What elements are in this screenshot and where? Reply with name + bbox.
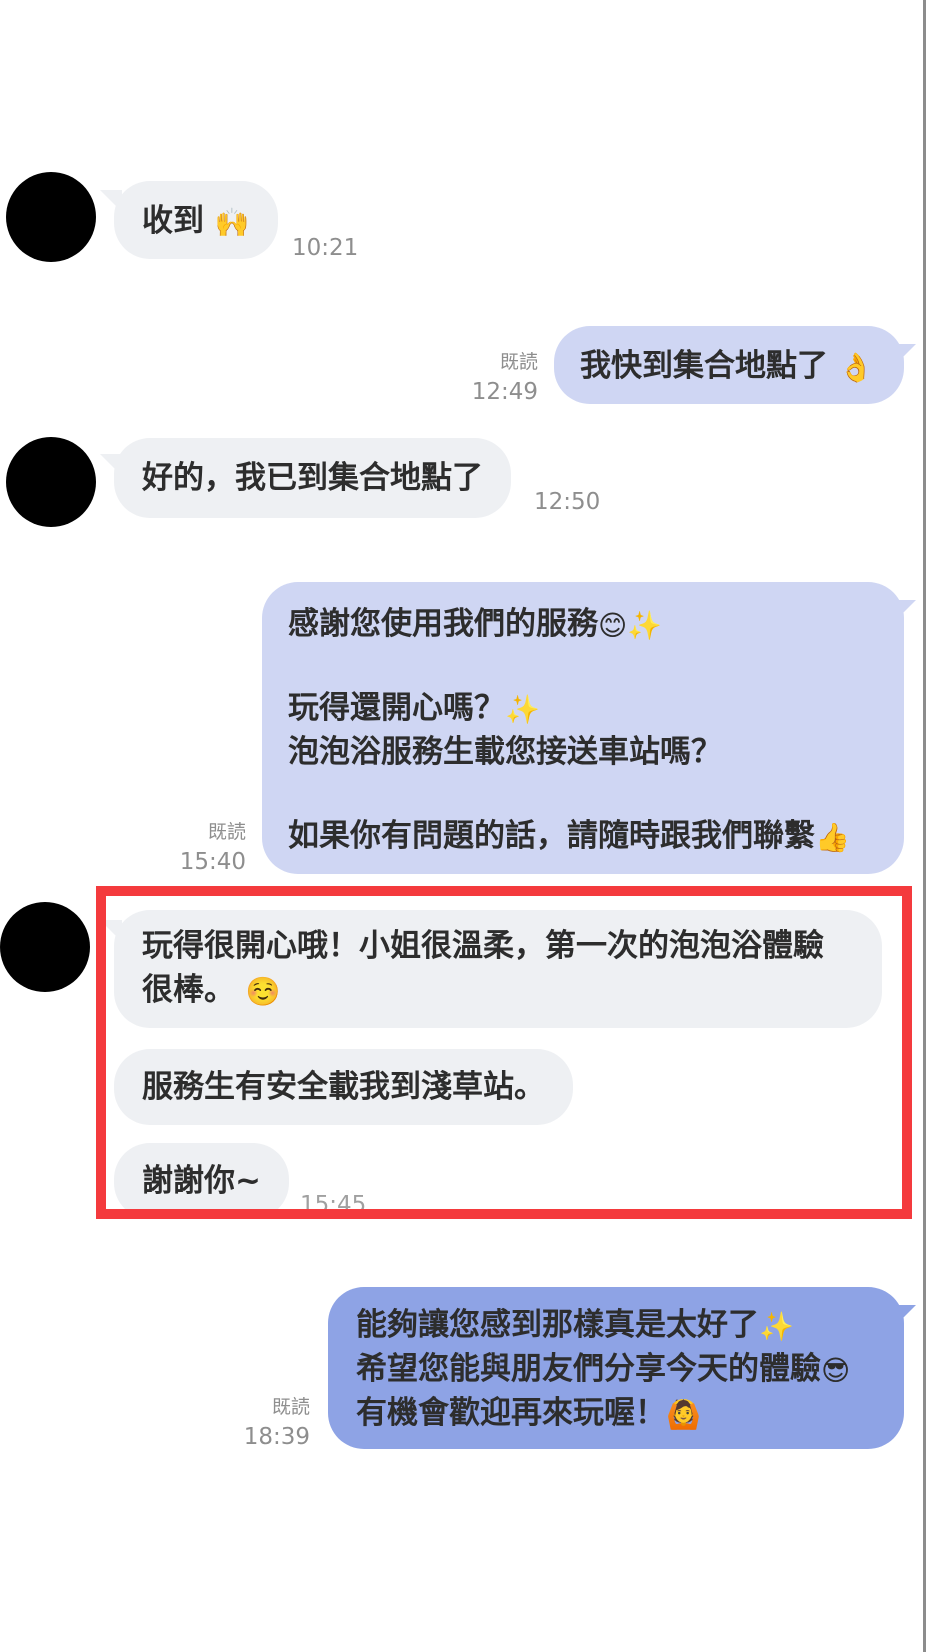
hands-emoji-icon: 🙌: [214, 205, 250, 239]
message-time: 10:21: [292, 235, 359, 261]
sparkles-emoji-icon: ✨: [759, 1309, 794, 1343]
sent-message-bubble[interactable]: 感謝您使用我們的服務😊✨ 玩得還開心嗎？✨ 泡泡浴服務生載您接送車站嗎？ 如果你…: [262, 582, 904, 874]
received-message-bubble[interactable]: 收到 🙌: [114, 181, 278, 259]
sunglasses-emoji-icon: 😎: [821, 1353, 851, 1387]
received-message-bubble[interactable]: 好的，我已到集合地點了: [114, 438, 511, 518]
avatar[interactable]: [6, 437, 96, 527]
read-receipt: 既読: [207, 821, 246, 843]
gesturing-ok-emoji-icon: 🙆: [666, 1397, 701, 1431]
sparkles-emoji-icon: ✨: [505, 692, 540, 726]
sent-message-bubble[interactable]: 能夠讓您感到那樣真是太好了✨ 希望您能與朋友們分享今天的體驗😎 有機會歡迎再來玩…: [328, 1287, 904, 1449]
thumbs-up-emoji-icon: 👍: [815, 820, 850, 854]
avatar[interactable]: [0, 902, 90, 992]
bubble-tail: [894, 344, 916, 366]
ok-hand-emoji-icon: 👌: [838, 350, 874, 384]
bubble-tail: [894, 1305, 916, 1327]
faded-text-strip: [770, 1262, 900, 1272]
highlight-frame: [96, 886, 912, 1219]
sent-message-bubble[interactable]: 我快到集合地點了 👌: [554, 326, 904, 404]
chat-view: 收到 🙌 10:21 既読 12:49 我快到集合地點了 👌 好的，我已到集合地…: [0, 0, 926, 1652]
read-receipt: 既読: [271, 1396, 310, 1418]
avatar[interactable]: [6, 172, 96, 262]
message-time: 12:49: [471, 379, 538, 405]
smile-sparkles-emoji-icon: 😊✨: [598, 608, 663, 642]
bubble-tail: [894, 600, 916, 622]
message-time: 12:50: [534, 489, 601, 515]
message-time: 15:40: [179, 849, 246, 875]
message-time: 18:39: [243, 1424, 310, 1450]
read-receipt: 既読: [499, 351, 538, 373]
